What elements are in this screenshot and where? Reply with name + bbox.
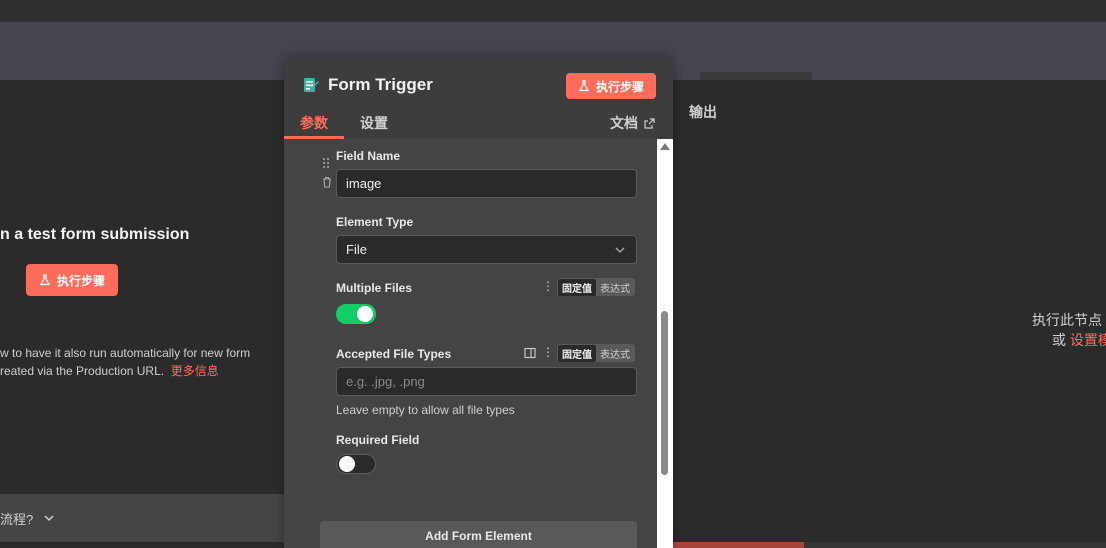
execute-step-label: 执行步骤 [57, 273, 106, 288]
modal-title-text: Form Trigger [328, 75, 433, 94]
scrollbar-thumb[interactable] [661, 311, 668, 475]
fixed-value-option[interactable]: 固定值 [558, 278, 596, 296]
chevron-down-icon [615, 247, 625, 253]
trash-icon[interactable] [322, 175, 332, 193]
field-name-input[interactable]: image [336, 169, 637, 198]
input-panel-description: w to have it also run automatically for … [0, 344, 280, 380]
input-panel: n a test form submission 执行步骤 w to have … [0, 80, 284, 548]
expression-option[interactable]: 表达式 [596, 345, 634, 362]
multiple-files-label: Multiple Files [336, 281, 413, 295]
output-panel: 输出 执行此节点 或 设置模 [672, 80, 1106, 542]
value-mode-switch[interactable]: 固定值 表达式 [557, 344, 635, 362]
required-field-label: Required Field [336, 433, 420, 447]
execute-step-label: 执行步骤 [595, 79, 644, 94]
fixed-value-option[interactable]: 固定值 [558, 344, 596, 362]
output-empty-message: 执行此节点 或 设置模 [1032, 310, 1106, 350]
description-line-1: w to have it also run automatically for … [0, 346, 251, 360]
tab-parameters[interactable]: 参数 [300, 113, 328, 133]
tab-settings[interactable]: 设置 [360, 113, 388, 133]
form-icon [304, 78, 319, 92]
input-execute-step-button[interactable]: 执行步骤 [26, 264, 119, 296]
output-message-prefix: 或 [1052, 332, 1066, 348]
add-form-element-button[interactable]: Add Form Element [320, 521, 637, 548]
parameters-body: Field Name image Element Type File Multi… [284, 139, 673, 548]
modal-header: Form Trigger 执行步骤 参数 设置 文档 [284, 57, 673, 139]
element-type-select[interactable]: File [336, 235, 637, 264]
toggle-knob [339, 456, 355, 472]
docs-label: 文档 [610, 115, 638, 131]
value-mode-switch[interactable]: 固定值 表达式 [557, 278, 635, 296]
top-bar [0, 0, 1106, 22]
multiple-files-toggle[interactable] [336, 304, 376, 324]
element-type-label: Element Type [336, 215, 414, 229]
expression-option[interactable]: 表达式 [596, 279, 634, 296]
modal-tabs: 参数 设置 文档 [284, 107, 673, 139]
drag-handle-icon[interactable] [322, 156, 330, 174]
output-bottom-accent [672, 542, 804, 548]
output-message-line-1: 执行此节点 [1032, 312, 1102, 328]
element-type-value: File [346, 242, 367, 257]
chevron-down-icon [44, 515, 54, 522]
modal-title: Form Trigger [302, 75, 433, 95]
open-editor-icon[interactable] [524, 346, 536, 364]
options-menu-icon[interactable]: ⋮ [542, 279, 554, 293]
description-line-2: reated via the Production URL. [0, 364, 165, 378]
node-settings-modal: Form Trigger 执行步骤 参数 设置 文档 Field Name im… [284, 57, 673, 548]
accepted-file-types-hint: Leave empty to allow all file types [336, 403, 515, 417]
modal-execute-step-button[interactable]: 执行步骤 [565, 73, 656, 99]
scroll-up-arrow-icon[interactable] [660, 143, 670, 150]
accepted-file-types-input[interactable]: e.g. .jpg, .png [336, 367, 637, 396]
input-panel-title: n a test form submission [0, 226, 190, 243]
set-mock-data-link[interactable]: 设置模 [1070, 332, 1106, 348]
input-panel-footer[interactable]: 流程? [0, 494, 284, 542]
flask-icon [39, 274, 51, 286]
flask-icon [578, 80, 590, 92]
required-field-toggle[interactable] [336, 454, 376, 474]
external-link-icon [644, 117, 655, 129]
more-info-link[interactable]: 更多信息 [171, 364, 219, 378]
toggle-knob [357, 306, 373, 322]
accepted-file-types-label: Accepted File Types [336, 347, 452, 361]
field-name-label: Field Name [336, 149, 401, 163]
docs-link[interactable]: 文档 [610, 113, 655, 133]
options-menu-icon[interactable]: ⋮ [542, 345, 554, 359]
output-title: 输出 [689, 104, 717, 120]
footer-question: 流程? [0, 511, 34, 527]
